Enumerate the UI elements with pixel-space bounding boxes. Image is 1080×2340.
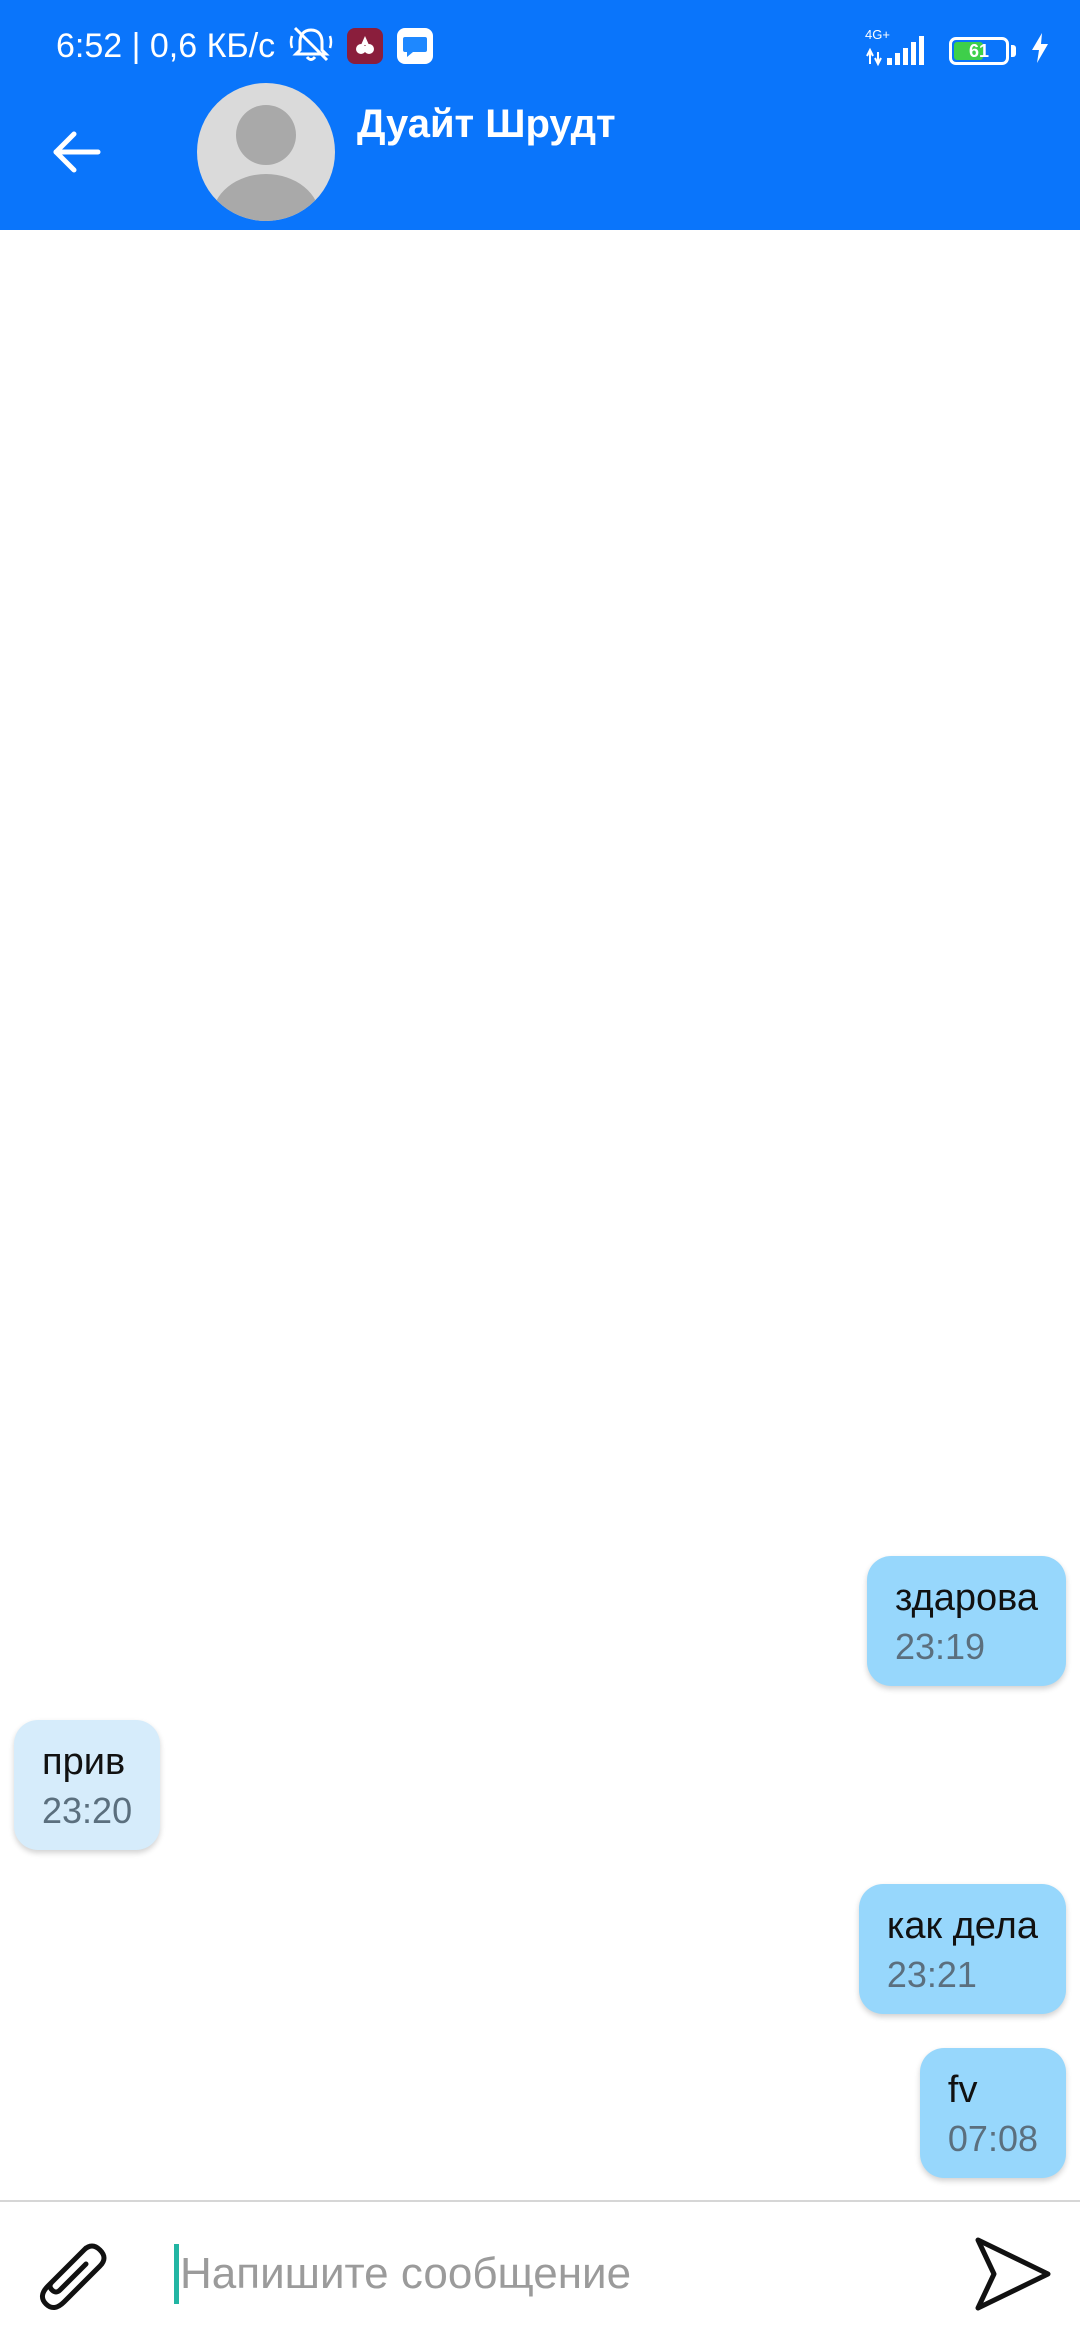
paperclip-icon bbox=[24, 2230, 116, 2327]
muted-bell-icon bbox=[289, 24, 333, 69]
send-button[interactable] bbox=[962, 2226, 1062, 2326]
attach-button[interactable] bbox=[22, 2230, 118, 2326]
battery-icon: 61 bbox=[949, 36, 1016, 65]
message-composer bbox=[0, 2200, 1080, 2340]
messenger-notification-icon bbox=[397, 28, 434, 64]
message-bubble-outgoing[interactable]: как дела 23:21 bbox=[858, 1884, 1066, 2014]
message-text: прив bbox=[42, 1741, 126, 1783]
message-time: 23:20 bbox=[42, 1790, 133, 1831]
chat-screen: 6:52 | 0,6 КБ/с 4G+ 61 Дуайт Шрудт здаро… bbox=[0, 0, 1080, 2340]
message-text: здарова bbox=[894, 1577, 1038, 1619]
message-bubble-outgoing[interactable]: здарова 23:19 bbox=[866, 1556, 1066, 1686]
app-notification-icon bbox=[347, 28, 384, 64]
message-time: 07:08 bbox=[947, 2118, 1038, 2159]
battery-cap bbox=[1011, 44, 1016, 57]
signal-icon: 4G+ bbox=[865, 27, 935, 73]
message-time: 23:19 bbox=[894, 1626, 986, 1667]
battery-indicator: 61 bbox=[949, 36, 1009, 65]
status-left: 6:52 | 0,6 КБ/с bbox=[56, 22, 434, 70]
network-type-label: 4G+ bbox=[865, 28, 890, 42]
chat-header: 6:52 | 0,6 КБ/с 4G+ 61 Дуайт Шрудт bbox=[0, 0, 1080, 230]
send-icon bbox=[968, 2230, 1056, 2323]
battery-level: 61 bbox=[968, 40, 990, 61]
arrow-left-icon bbox=[50, 128, 102, 181]
contact-name[interactable]: Дуайт Шрудт bbox=[357, 102, 616, 147]
back-button[interactable] bbox=[40, 118, 112, 190]
status-time-speed: 6:52 | 0,6 КБ/с bbox=[56, 27, 276, 65]
message-time: 23:21 bbox=[886, 1954, 977, 1995]
message-bubble-incoming[interactable]: прив 23:20 bbox=[14, 1720, 161, 1850]
message-text: fv bbox=[947, 2069, 978, 2111]
charging-icon bbox=[1030, 32, 1050, 69]
message-bubble-outgoing[interactable]: fv 07:08 bbox=[919, 2048, 1066, 2178]
default-avatar-icon bbox=[197, 105, 335, 221]
message-text: как дела bbox=[886, 1905, 1038, 1947]
avatar[interactable] bbox=[197, 83, 335, 221]
status-right: 4G+ 61 bbox=[865, 27, 1050, 73]
status-bar: 6:52 | 0,6 КБ/с 4G+ 61 bbox=[0, 0, 1080, 95]
message-input[interactable] bbox=[174, 2232, 940, 2316]
